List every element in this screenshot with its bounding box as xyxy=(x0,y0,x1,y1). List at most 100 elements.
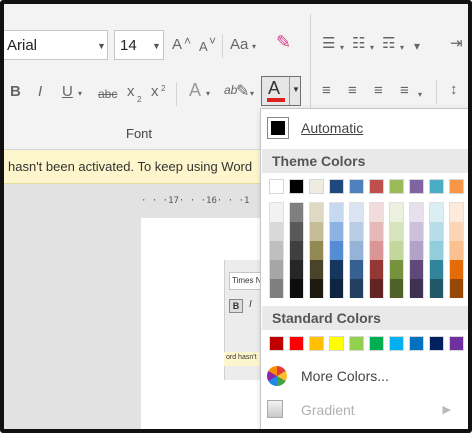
theme-shade-swatch[interactable] xyxy=(450,260,463,279)
standard-color-swatch[interactable] xyxy=(289,336,304,351)
theme-shade-swatch[interactable] xyxy=(350,260,363,279)
standard-color-swatch[interactable] xyxy=(329,336,344,351)
theme-shade-swatch[interactable] xyxy=(270,260,283,279)
theme-shade-swatch[interactable] xyxy=(410,241,423,260)
theme-shade-swatch[interactable] xyxy=(290,203,303,222)
gradient-option[interactable]: Gradient ▶ xyxy=(261,396,468,424)
line-spacing-button[interactable]: ↕ xyxy=(450,80,458,100)
theme-shade-swatch[interactable] xyxy=(330,203,343,222)
theme-color-swatch[interactable] xyxy=(309,179,324,194)
theme-shade-swatch[interactable] xyxy=(370,260,383,279)
theme-shade-swatch[interactable] xyxy=(270,241,283,260)
standard-color-swatch[interactable] xyxy=(269,336,284,351)
chevron-down-icon[interactable]: ▾ xyxy=(250,84,254,104)
theme-shade-swatch[interactable] xyxy=(370,279,383,298)
text-effects-button[interactable]: A xyxy=(189,80,201,100)
underline-button[interactable]: U xyxy=(62,82,73,102)
theme-shade-swatch[interactable] xyxy=(430,260,443,279)
theme-shade-swatch[interactable] xyxy=(410,203,423,222)
theme-shade-swatch[interactable] xyxy=(310,260,323,279)
theme-shade-swatch[interactable] xyxy=(350,203,363,222)
chevron-down-icon[interactable]: ▾ xyxy=(252,37,256,57)
theme-shade-swatch[interactable] xyxy=(430,203,443,222)
theme-shade-swatch[interactable] xyxy=(310,222,323,241)
theme-shade-swatch[interactable] xyxy=(310,241,323,260)
font-name-combo[interactable]: Arial ▼ xyxy=(4,30,108,60)
theme-shade-swatch[interactable] xyxy=(290,279,303,298)
theme-shade-swatch[interactable] xyxy=(410,279,423,298)
justify-button[interactable]: ≡ xyxy=(400,81,409,101)
theme-color-swatch[interactable] xyxy=(269,179,284,194)
theme-color-swatch[interactable] xyxy=(329,179,344,194)
theme-shade-swatch[interactable] xyxy=(310,203,323,222)
standard-color-swatch[interactable] xyxy=(449,336,464,351)
chevron-down-icon[interactable]: ▼ xyxy=(97,41,106,51)
subscript-button[interactable]: x xyxy=(127,82,135,102)
theme-shade-swatch[interactable] xyxy=(310,279,323,298)
theme-shade-swatch[interactable] xyxy=(390,241,403,260)
theme-shade-swatch[interactable] xyxy=(290,222,303,241)
multilevel-list-button[interactable]: ☶ xyxy=(382,34,395,54)
standard-color-swatch[interactable] xyxy=(369,336,384,351)
theme-color-swatch[interactable] xyxy=(349,179,364,194)
theme-shade-swatch[interactable] xyxy=(450,203,463,222)
chevron-down-icon[interactable]: ▼ xyxy=(292,85,300,94)
change-case-button[interactable]: Aa xyxy=(230,35,248,55)
chevron-down-icon[interactable]: ▾ xyxy=(370,38,374,58)
chevron-down-icon[interactable]: ▾ xyxy=(78,84,82,104)
theme-shade-swatch[interactable] xyxy=(370,203,383,222)
standard-color-swatch[interactable] xyxy=(409,336,424,351)
theme-shade-swatch[interactable] xyxy=(390,222,403,241)
theme-shade-swatch[interactable] xyxy=(370,222,383,241)
theme-shade-swatch[interactable] xyxy=(410,260,423,279)
theme-shade-swatch[interactable] xyxy=(350,222,363,241)
theme-shade-swatch[interactable] xyxy=(290,241,303,260)
bullets-button[interactable]: ☰ xyxy=(322,34,335,54)
shrink-font-button[interactable]: A xyxy=(199,37,208,57)
theme-shade-swatch[interactable] xyxy=(430,241,443,260)
italic-button[interactable]: I xyxy=(38,82,42,102)
numbering-button[interactable]: ☷ xyxy=(352,34,365,54)
standard-color-swatch[interactable] xyxy=(349,336,364,351)
clear-formatting-icon[interactable]: ✎ xyxy=(276,32,291,52)
theme-shade-swatch[interactable] xyxy=(330,279,343,298)
grow-font-button[interactable]: A xyxy=(172,35,182,55)
theme-shade-swatch[interactable] xyxy=(270,279,283,298)
theme-color-swatch[interactable] xyxy=(289,179,304,194)
theme-shade-swatch[interactable] xyxy=(330,241,343,260)
theme-shade-swatch[interactable] xyxy=(430,222,443,241)
theme-shade-swatch[interactable] xyxy=(330,222,343,241)
chevron-down-icon[interactable]: ▾ xyxy=(418,85,422,105)
theme-shade-swatch[interactable] xyxy=(270,222,283,241)
theme-shade-swatch[interactable] xyxy=(450,222,463,241)
standard-color-swatch[interactable] xyxy=(429,336,444,351)
mini-italic-button[interactable]: I xyxy=(249,299,252,310)
align-right-button[interactable]: ≡ xyxy=(374,81,383,101)
theme-color-swatch[interactable] xyxy=(409,179,424,194)
theme-shade-swatch[interactable] xyxy=(410,222,423,241)
font-color-button[interactable]: A ▼ xyxy=(261,76,301,106)
chevron-down-icon[interactable]: ▼ xyxy=(152,41,161,51)
align-left-button[interactable]: ≡ xyxy=(322,81,331,101)
theme-shade-swatch[interactable] xyxy=(390,260,403,279)
mini-bold-button[interactable]: B xyxy=(229,299,243,313)
mini-font-combo[interactable]: Times New Roman xyxy=(229,272,264,290)
theme-shade-swatch[interactable] xyxy=(330,260,343,279)
indent-button[interactable]: ⇥ xyxy=(450,34,463,54)
bold-button[interactable]: B xyxy=(10,82,21,102)
theme-shade-swatch[interactable] xyxy=(450,279,463,298)
font-size-combo[interactable]: 14 ▼ xyxy=(114,30,164,60)
theme-shade-swatch[interactable] xyxy=(290,260,303,279)
chevron-down-icon[interactable]: ▾ xyxy=(400,38,404,58)
theme-shade-swatch[interactable] xyxy=(450,241,463,260)
theme-color-swatch[interactable] xyxy=(429,179,444,194)
standard-color-swatch[interactable] xyxy=(389,336,404,351)
chevron-down-icon[interactable]: ▾ xyxy=(414,36,420,56)
chevron-down-icon[interactable]: ▾ xyxy=(206,84,210,104)
theme-shade-swatch[interactable] xyxy=(390,203,403,222)
theme-shade-swatch[interactable] xyxy=(430,279,443,298)
strikethrough-button[interactable]: abc xyxy=(98,84,117,104)
theme-color-swatch[interactable] xyxy=(449,179,464,194)
theme-shade-swatch[interactable] xyxy=(390,279,403,298)
theme-shade-swatch[interactable] xyxy=(270,203,283,222)
